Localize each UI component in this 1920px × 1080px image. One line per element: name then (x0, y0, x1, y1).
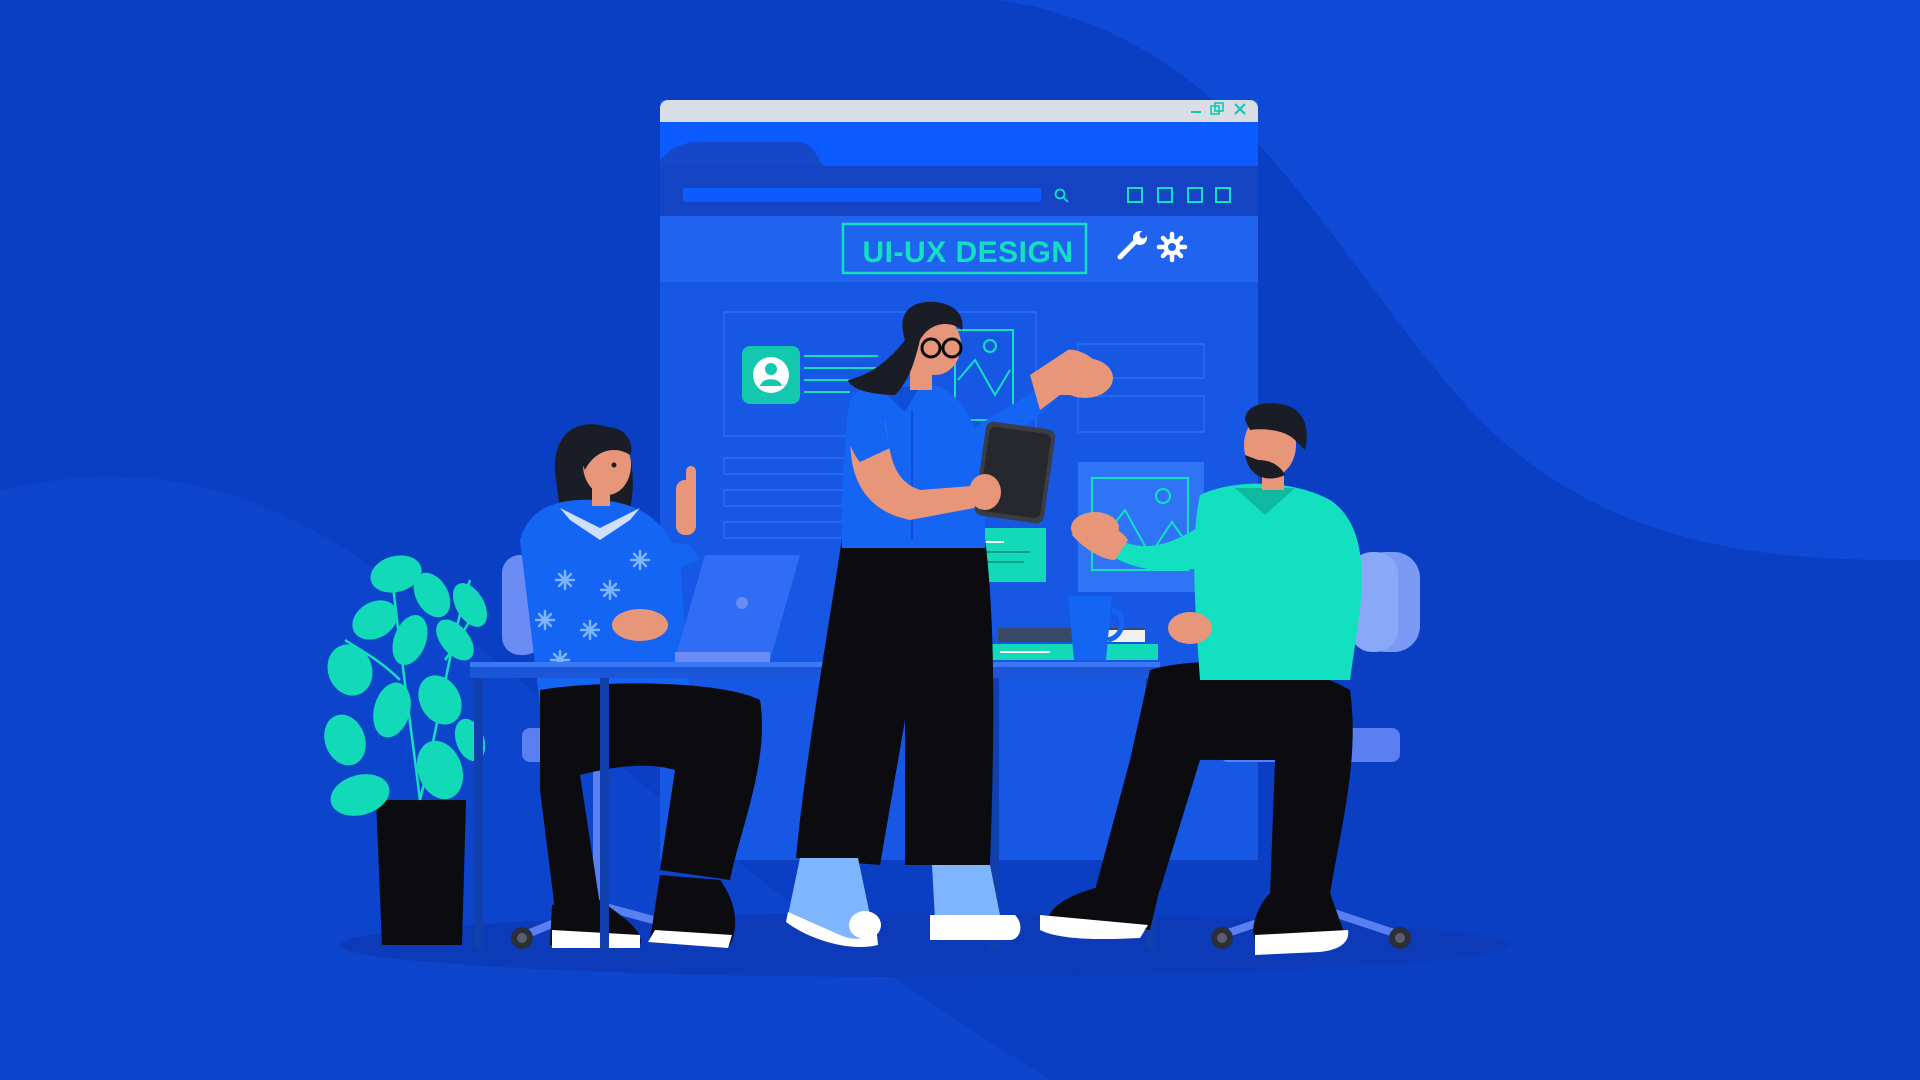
illustration-scene: UI-UX DESIGN (0, 0, 1920, 1080)
cup (1068, 596, 1112, 660)
browser-tab[interactable] (660, 142, 824, 166)
plant-pot (376, 800, 466, 945)
design-banner-label: UI-UX DESIGN (862, 236, 1073, 269)
user-icon (753, 357, 789, 393)
address-bar[interactable] (683, 188, 1041, 202)
gear-icon[interactable] (1156, 231, 1188, 263)
